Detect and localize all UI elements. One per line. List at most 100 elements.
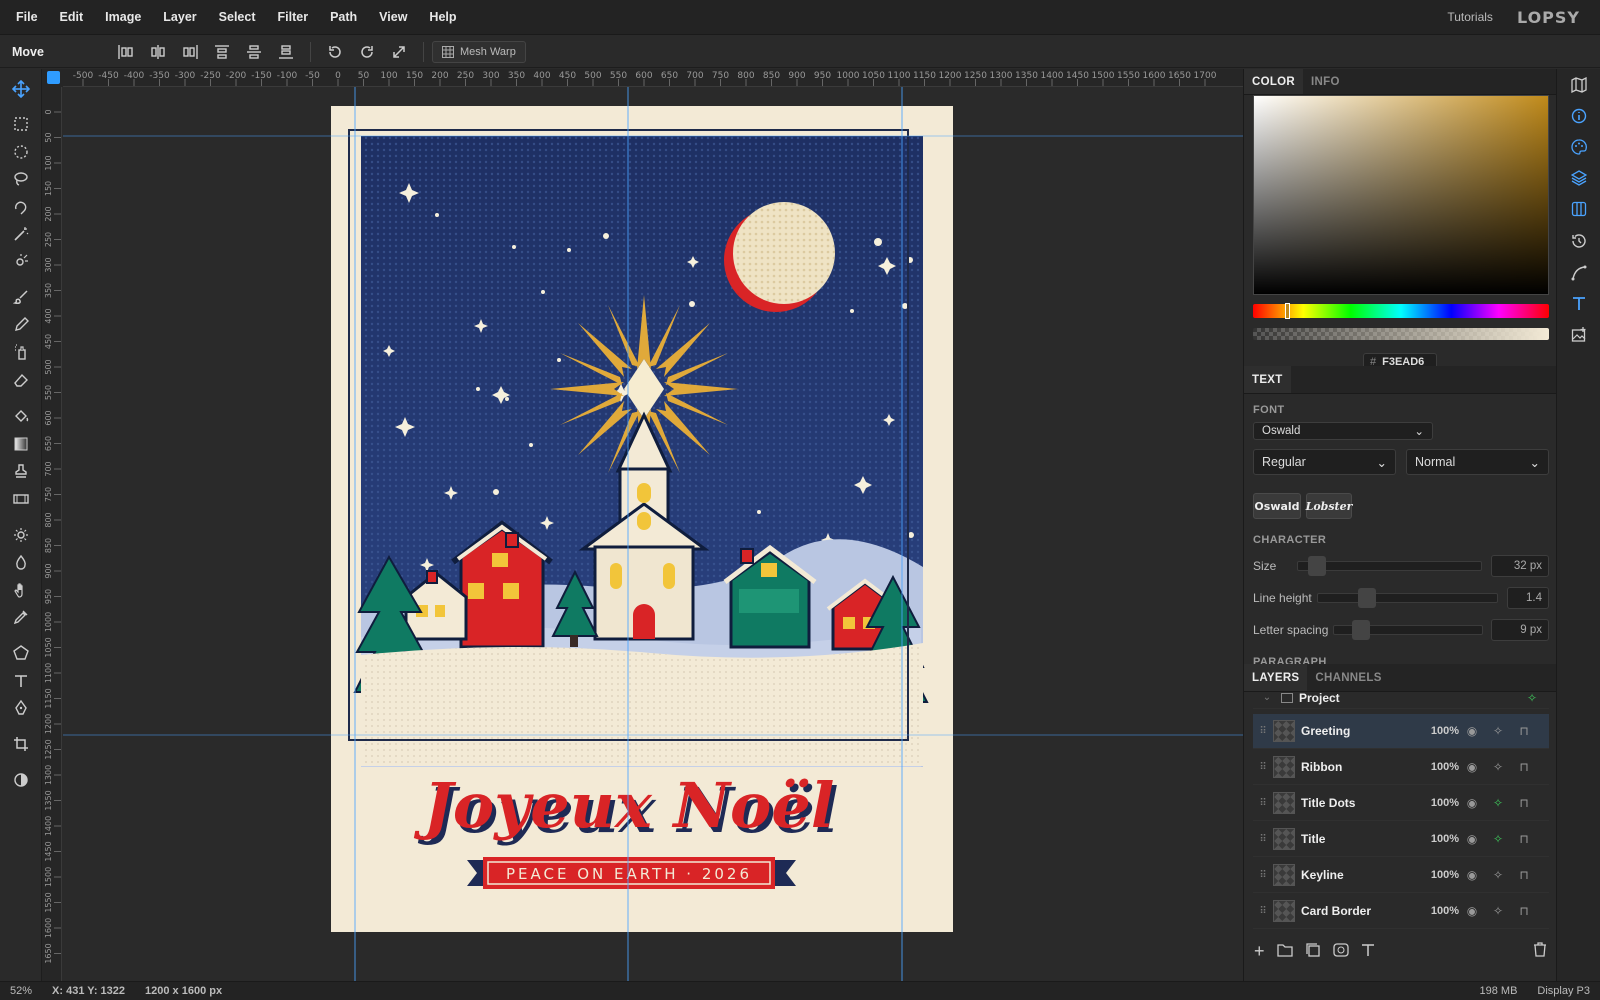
lock-icon[interactable]: ⊓ [1511,832,1537,846]
menu-file[interactable]: File [5,10,49,24]
line-height-input[interactable]: 1.4 [1507,587,1549,609]
rotate-right-icon[interactable] [351,40,383,64]
letter-spacing-slider[interactable] [1333,620,1483,640]
menu-layer[interactable]: Layer [152,10,207,24]
layer-opacity[interactable]: 100% [1419,725,1459,737]
stamp-icon[interactable] [9,459,33,483]
eye-icon[interactable]: ◉ [1459,760,1485,774]
fx-icon[interactable]: ✧ [1485,904,1511,918]
fx-icon[interactable]: ✧ [1485,796,1511,810]
align-bottom-icon[interactable] [270,40,302,64]
drag-handle-icon[interactable]: ⠿ [1253,762,1273,773]
palette-icon[interactable] [1567,135,1591,159]
text-tool-icon[interactable] [9,669,33,693]
layer-opacity[interactable]: 100% [1419,869,1459,881]
move-tool-icon[interactable] [9,77,33,101]
eye-icon[interactable]: ◉ [1459,796,1485,810]
rotate-left-icon[interactable] [319,40,351,64]
lock-icon[interactable]: ⊓ [1511,904,1537,918]
layer-row[interactable]: ⠿ Title 100% ◉ ✧ ⊓ [1253,822,1549,857]
drag-handle-icon[interactable]: ⠿ [1253,798,1273,809]
tab-color[interactable]: COLOR [1244,69,1304,94]
font-style-select[interactable]: Regular ⌄ [1253,449,1396,475]
layer-opacity[interactable]: 100% [1419,905,1459,917]
pen-tool-icon[interactable] [9,696,33,720]
layer-row[interactable]: ⠿ Card Border 100% ◉ ✧ ⊓ [1253,894,1549,929]
layer-opacity[interactable]: 100% [1419,797,1459,809]
zoom-level[interactable]: 52% [0,985,42,997]
align-center-h-icon[interactable] [142,40,174,64]
columns-icon[interactable] [1567,197,1591,221]
menu-view[interactable]: View [368,10,418,24]
add-layer-icon[interactable]: + [1254,941,1265,962]
new-folder-icon[interactable] [1276,943,1293,960]
layer-name[interactable]: Card Border [1301,904,1419,918]
fx-icon[interactable]: ✧ [1485,724,1511,738]
map-icon[interactable] [1567,73,1591,97]
chevron-down-icon[interactable]: ⌄ [1253,692,1281,703]
align-middle-v-icon[interactable] [238,40,270,64]
magnetic-lasso-icon[interactable] [9,195,33,219]
text-panel-icon[interactable] [1567,292,1591,316]
mesh-warp-button[interactable]: Mesh Warp [432,40,526,63]
eye-icon[interactable]: ◉ [1459,724,1485,738]
card-title-text[interactable]: Joyeux Noël [414,769,835,842]
hue-handle[interactable] [1285,303,1290,319]
hand-icon[interactable] [9,578,33,602]
fx-icon[interactable]: ✧ [1519,692,1545,705]
lock-icon[interactable]: ⊓ [1511,868,1537,882]
tutorials-link[interactable]: Tutorials [1447,10,1493,24]
layer-name[interactable]: Title [1301,832,1419,846]
eye-icon[interactable]: ◉ [1459,904,1485,918]
blur-drop-icon[interactable] [9,550,33,574]
menu-select[interactable]: Select [208,10,267,24]
drag-handle-icon[interactable]: ⠿ [1253,726,1273,737]
size-slider[interactable] [1297,556,1482,576]
menu-image[interactable]: Image [94,10,152,24]
align-right-icon[interactable] [174,40,206,64]
layers-list[interactable]: ⌄ Project ✧ ⠿ Greeting 100% ◉ ✧ ⊓ ⠿ Ribbon… [1244,692,1557,932]
dodge-icon[interactable] [9,523,33,547]
text-layer-icon[interactable] [1361,943,1375,960]
menu-path[interactable]: Path [319,10,368,24]
letter-spacing-slider-handle[interactable] [1352,620,1370,640]
duplicate-icon[interactable] [1305,942,1321,960]
preset-oswald-button[interactable]: Oswald [1253,493,1301,519]
letter-spacing-input[interactable]: 9 px [1491,619,1549,641]
trash-icon[interactable] [1533,942,1547,960]
polygon-icon[interactable] [9,641,33,665]
eraser-icon[interactable] [9,368,33,392]
history-icon[interactable] [1567,229,1591,253]
fx-icon[interactable]: ✧ [1485,868,1511,882]
color-field[interactable] [1253,95,1549,295]
tab-layers[interactable]: LAYERS [1244,664,1308,691]
align-left-icon[interactable] [110,40,142,64]
layer-group-row[interactable]: ⌄ Project ✧ [1253,692,1549,709]
gradient-icon[interactable] [9,432,33,456]
layers-icon[interactable] [1567,166,1591,190]
drag-handle-icon[interactable]: ⠿ [1253,834,1273,845]
ellipse-select-icon[interactable] [9,140,33,164]
layer-opacity[interactable]: 100% [1419,761,1459,773]
layer-name[interactable]: Title Dots [1301,796,1419,810]
line-height-slider[interactable] [1317,588,1498,608]
curve-icon[interactable] [1567,261,1591,285]
magic-wand-icon[interactable] [9,222,33,246]
info-icon[interactable] [1567,104,1591,128]
fx-icon[interactable]: ✧ [1485,760,1511,774]
align-top-icon[interactable] [206,40,238,64]
layer-name[interactable]: Ribbon [1301,760,1419,774]
font-select[interactable]: Oswald ⌄ [1253,422,1433,440]
layer-row[interactable]: ⠿ Keyline 100% ◉ ✧ ⊓ [1253,858,1549,893]
tab-text[interactable]: TEXT [1244,366,1291,393]
brush-icon[interactable] [9,285,33,309]
layer-row[interactable]: ⠿ Ribbon 100% ◉ ✧ ⊓ [1253,750,1549,785]
fx-icon[interactable]: ✧ [1485,832,1511,846]
tab-channels[interactable]: CHANNELS [1307,664,1389,691]
preset-lobster-button[interactable]: Lobster [1306,493,1352,519]
drag-handle-icon[interactable]: ⠿ [1253,906,1273,917]
layer-name[interactable]: Greeting [1301,724,1419,738]
film-icon[interactable] [9,487,33,511]
lock-icon[interactable]: ⊓ [1511,724,1537,738]
menu-edit[interactable]: Edit [49,10,95,24]
